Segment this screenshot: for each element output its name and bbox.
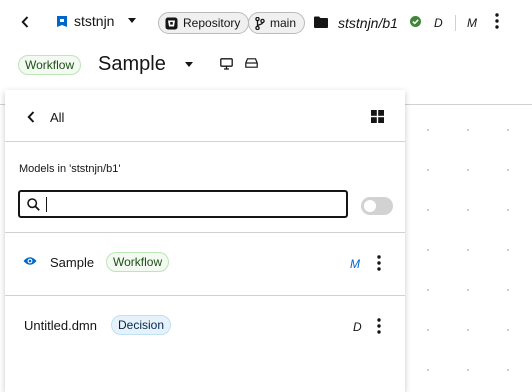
toggle-knob [364, 200, 376, 212]
branch-button[interactable]: main [248, 12, 306, 34]
branch-label: main [270, 16, 297, 30]
repo-selector[interactable]: ststnjn [56, 13, 114, 29]
chevron-left-icon[interactable] [27, 111, 35, 123]
search-icon [27, 198, 40, 211]
title-caret-icon[interactable] [185, 62, 193, 67]
status-modified: M [467, 16, 477, 30]
branch-icon [255, 16, 265, 30]
status-flag: M [350, 257, 360, 271]
type-badge: Workflow [18, 55, 82, 75]
kebab-menu-icon[interactable] [494, 13, 500, 29]
repository-label: Repository [183, 16, 241, 30]
page-title: Sample [98, 53, 166, 75]
editor-header: Workflow Sample [0, 44, 532, 88]
text-cursor [46, 197, 47, 212]
check-circle-icon [410, 16, 421, 27]
status-flag: D [353, 320, 362, 334]
panel-header: All [5, 90, 405, 142]
model-name: Untitled.dmn [24, 318, 97, 333]
divider [455, 15, 456, 31]
chevron-left-icon [21, 16, 29, 28]
type-badge: Decision [111, 315, 172, 335]
search-input[interactable] [48, 194, 338, 214]
desktop-icon[interactable] [220, 58, 233, 70]
repo-name: ststnjn [74, 13, 115, 29]
repo-caret-icon[interactable] [128, 18, 136, 23]
folder-icon [314, 16, 328, 28]
grid-view-icon[interactable] [371, 110, 384, 123]
models-section: Models in 'ststnjn/b1' [5, 142, 405, 233]
top-bar: ststnjn Repository main ststnjn/b1 D M [0, 0, 532, 44]
bitbucket-icon [165, 17, 178, 29]
back-button[interactable] [18, 14, 32, 30]
canvas-border [405, 104, 532, 105]
models-title: Models in 'ststnjn/b1' [19, 163, 121, 175]
kebab-menu-icon[interactable] [376, 255, 382, 271]
all-link[interactable]: All [50, 110, 64, 125]
toggle-switch[interactable] [361, 197, 393, 215]
type-badge: Workflow [106, 252, 170, 272]
eye-icon [23, 257, 37, 265]
repository-button[interactable]: Repository [158, 12, 250, 34]
list-item[interactable]: Sample Workflow M [5, 233, 405, 296]
repo-icon [57, 15, 67, 27]
models-dropdown-panel: All Models in 'ststnjn/b1' Sample Workfl… [5, 90, 405, 392]
kebab-menu-icon[interactable] [376, 318, 382, 334]
hard-drive-icon[interactable] [245, 58, 258, 68]
list-item[interactable]: Untitled.dmn Decision D [5, 296, 405, 359]
search-field[interactable] [18, 190, 348, 218]
status-deleted: D [434, 16, 443, 30]
model-name: Sample [50, 255, 95, 270]
file-path: ststnjn/b1 [338, 15, 398, 31]
